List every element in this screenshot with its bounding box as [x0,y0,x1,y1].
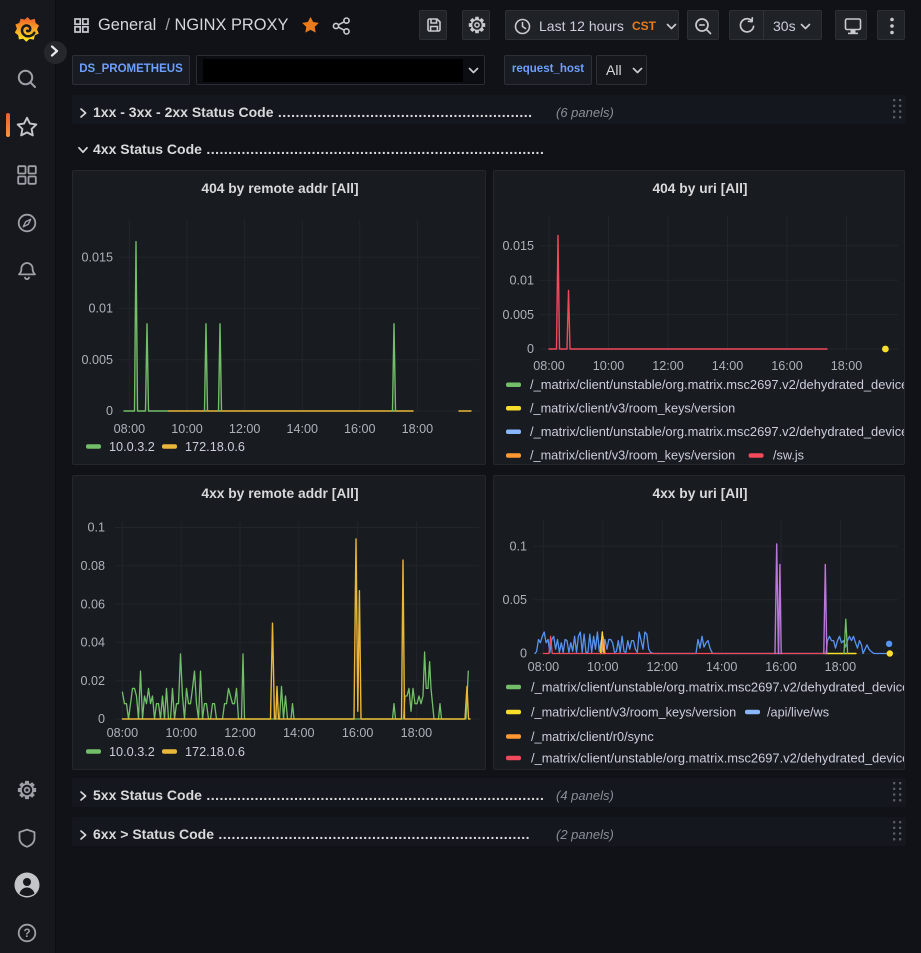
svg-text:10:00: 10:00 [587,660,619,674]
svg-text:0.01: 0.01 [88,302,113,316]
svg-text:404 by remote addr [All]: 404 by remote addr [All] [201,181,358,196]
svg-text:08:00: 08:00 [528,660,560,674]
svg-text:12:00: 12:00 [652,359,684,373]
svg-text:10.0.3.2: 10.0.3.2 [109,745,155,759]
svg-text:0: 0 [98,712,105,726]
svg-text:/_matrix/client/unstable/org.m: /_matrix/client/unstable/org.matrix.msc2… [531,679,905,694]
svg-text:16:00: 16:00 [344,422,376,436]
svg-text:/sw.js: /sw.js [773,449,804,463]
svg-text:0.02: 0.02 [80,674,105,688]
svg-text:/_matrix/client/v3/room_keys/v: /_matrix/client/v3/room_keys/version [531,705,736,719]
svg-text:08:00: 08:00 [114,422,146,436]
svg-text:/_matrix/client/unstable/org.m: /_matrix/client/unstable/org.matrix.msc2… [530,377,905,392]
svg-text:0: 0 [527,342,534,356]
svg-text:0.005: 0.005 [81,353,113,367]
svg-text:14:00: 14:00 [283,726,315,740]
svg-text:0.1: 0.1 [509,539,527,553]
svg-text:172.18.0.6: 172.18.0.6 [185,745,245,759]
svg-text:172.18.0.6: 172.18.0.6 [185,440,245,454]
svg-text:0: 0 [520,647,527,661]
svg-text:14:00: 14:00 [706,660,738,674]
svg-text:10.0.3.2: 10.0.3.2 [109,440,155,454]
svg-text:0.04: 0.04 [80,636,105,650]
svg-text:/_matrix/client/unstable/org.m: /_matrix/client/unstable/org.matrix.msc2… [531,750,905,765]
svg-text:?: ? [23,928,30,940]
svg-text:16:00: 16:00 [771,359,803,373]
svg-text:0.01: 0.01 [509,273,534,287]
svg-text:/_matrix/client/v3/room_keys/v: /_matrix/client/v3/room_keys/version [530,449,735,463]
svg-text:0.05: 0.05 [502,593,527,607]
svg-text:18:00: 18:00 [831,359,863,373]
svg-text:0.06: 0.06 [80,597,105,611]
svg-text:12:00: 12:00 [229,422,261,436]
svg-text:14:00: 14:00 [712,359,744,373]
svg-text:08:00: 08:00 [533,359,565,373]
svg-text:10:00: 10:00 [171,422,203,436]
svg-text:/api/live/ws: /api/live/ws [767,705,829,719]
svg-text:/_matrix/client/r0/sync: /_matrix/client/r0/sync [531,730,654,744]
svg-text:0.1: 0.1 [87,521,105,535]
svg-text:16:00: 16:00 [765,660,797,674]
svg-text:0: 0 [106,404,113,418]
svg-text:12:00: 12:00 [646,660,678,674]
svg-text:18:00: 18:00 [401,726,433,740]
svg-text:4xx by uri [All]: 4xx by uri [All] [652,486,747,501]
svg-text:08:00: 08:00 [107,726,139,740]
svg-text:14:00: 14:00 [286,422,318,436]
svg-text:18:00: 18:00 [402,422,434,436]
svg-text:0.08: 0.08 [80,559,105,573]
svg-text:16:00: 16:00 [342,726,374,740]
svg-text:4xx by remote addr [All]: 4xx by remote addr [All] [201,486,358,501]
svg-text:0.015: 0.015 [502,239,534,253]
svg-text:10:00: 10:00 [165,726,197,740]
svg-text:0.015: 0.015 [81,250,113,264]
svg-text:18:00: 18:00 [825,660,857,674]
svg-text:10:00: 10:00 [593,359,625,373]
svg-text:/_matrix/client/v3/room_keys/v: /_matrix/client/v3/room_keys/version [530,402,735,416]
svg-text:404 by uri [All]: 404 by uri [All] [652,181,747,196]
svg-text:/_matrix/client/unstable/org.m: /_matrix/client/unstable/org.matrix.msc2… [530,424,905,439]
svg-text:0.005: 0.005 [502,308,534,322]
svg-text:12:00: 12:00 [224,726,256,740]
